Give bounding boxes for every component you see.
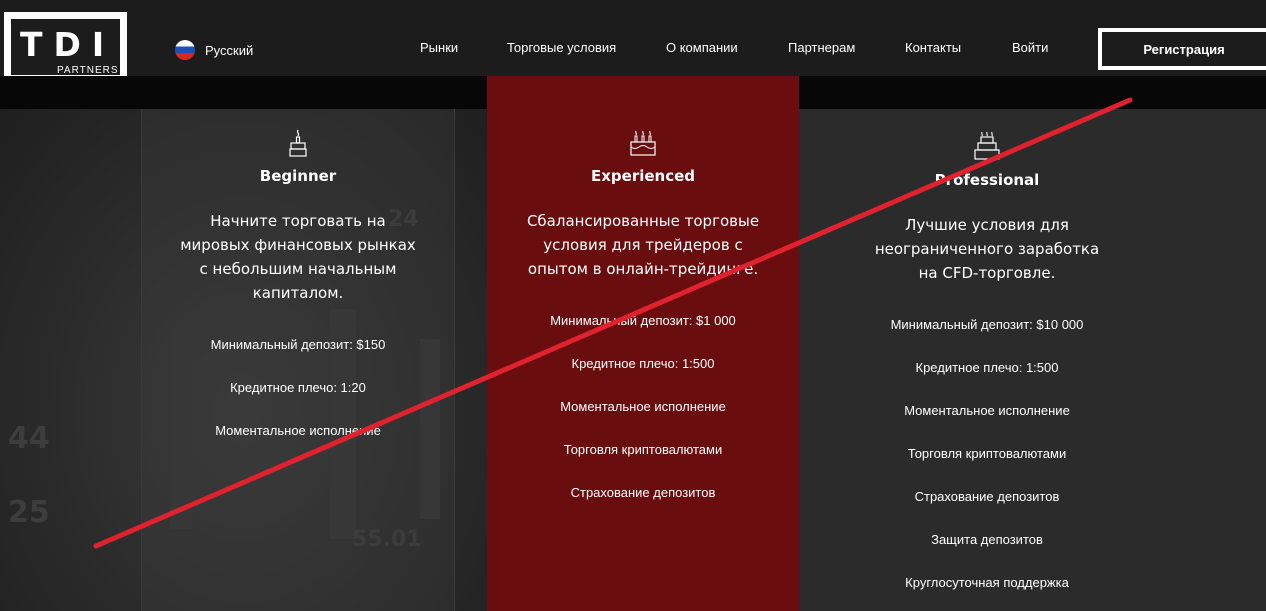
bg-number: 25 xyxy=(8,495,50,530)
feature-item: Моментальное исполнение xyxy=(215,423,381,438)
plan-description: Сбалансированные торговые условия для тр… xyxy=(487,209,799,281)
feature-item: Кредитное плечо: 1:500 xyxy=(915,360,1059,375)
desc-line: капиталом. xyxy=(252,284,344,302)
bg-number: 44 xyxy=(8,421,50,456)
language-label: Русский xyxy=(205,42,254,58)
desc-line: Начните торговать на xyxy=(210,212,386,230)
plan-title: Beginner xyxy=(259,167,337,185)
desc-line: с небольшим начальным xyxy=(199,260,397,278)
plan-experienced: Experienced Сбалансированные торговые ус… xyxy=(487,129,799,514)
feature-list: Минимальный депозит: $10 000 Кредитное п… xyxy=(830,303,1144,604)
nav-markets[interactable]: Рынки xyxy=(420,40,458,55)
cake-three-candles-icon xyxy=(630,130,656,156)
feature-item: Страхование депозитов xyxy=(570,485,716,500)
desc-line: Сбалансированные торговые xyxy=(526,212,760,230)
register-button[interactable]: Регистрация xyxy=(1098,28,1266,70)
plan-title: Experienced xyxy=(590,167,696,185)
language-selector[interactable]: Русский xyxy=(175,40,253,60)
feature-item: Моментальное исполнение xyxy=(904,403,1070,418)
desc-line: неограниченного заработка xyxy=(874,240,1100,258)
plan-description: Начните торговать на мировых финансовых … xyxy=(141,209,455,305)
desc-line: на CFD-торговле. xyxy=(918,264,1056,282)
nav-about[interactable]: О компании xyxy=(666,40,738,55)
feature-list: Минимальный депозит: $150 Кредитное плеч… xyxy=(141,323,455,452)
desc-line: опытом в онлайн-трейдинге. xyxy=(527,260,759,278)
plan-title: Professional xyxy=(934,171,1040,189)
nav-login[interactable]: Войти xyxy=(1012,40,1048,55)
pricing-section: 44 25 55.01 24 Beginner Начните торговат… xyxy=(0,76,1266,611)
feature-item: Минимальный депозит: $10 000 xyxy=(890,317,1084,332)
desc-line: мировых финансовых рынках xyxy=(180,236,416,254)
feature-item: Круглосуточная поддержка xyxy=(905,575,1069,590)
feature-list: Минимальный депозит: $1 000 Кредитное пл… xyxy=(487,299,799,514)
feature-item: Торговля криптовалютами xyxy=(563,442,723,457)
nav-contacts[interactable]: Контакты xyxy=(905,40,961,55)
logo-main: TDI xyxy=(20,25,116,64)
desc-line: условия для трейдеров с xyxy=(543,236,743,254)
feature-item: Кредитное плечо: 1:20 xyxy=(230,380,366,395)
feature-item: Моментальное исполнение xyxy=(560,399,726,414)
desc-line: Лучшие условия для xyxy=(905,216,1069,234)
logo[interactable]: TDI PARTNERS xyxy=(4,12,127,82)
cake-one-candle-icon xyxy=(289,129,307,157)
plan-beginner: Beginner Начните торговать на мировых фи… xyxy=(141,129,455,452)
feature-item: Защита депозитов xyxy=(931,532,1043,547)
feature-item: Минимальный депозит: $150 xyxy=(210,337,386,352)
feature-item: Торговля криптовалютами xyxy=(907,446,1067,461)
cake-tiered-icon xyxy=(974,131,1000,160)
feature-item: Страхование депозитов xyxy=(914,489,1060,504)
feature-item: Минимальный депозит: $1 000 xyxy=(550,313,736,328)
feature-item: Кредитное плечо: 1:500 xyxy=(571,356,715,371)
nav-trading-conditions[interactable]: Торговые условия xyxy=(507,40,616,55)
nav-partners[interactable]: Партнерам xyxy=(788,40,855,55)
russia-flag-icon xyxy=(175,40,195,60)
logo-sub: PARTNERS xyxy=(57,65,119,76)
site-header: TDI PARTNERS Русский Рынки Торговые усло… xyxy=(0,0,1266,82)
plan-description: Лучшие условия для неограниченного зараб… xyxy=(830,213,1144,285)
plan-professional: Professional Лучшие условия для неограни… xyxy=(830,131,1144,604)
